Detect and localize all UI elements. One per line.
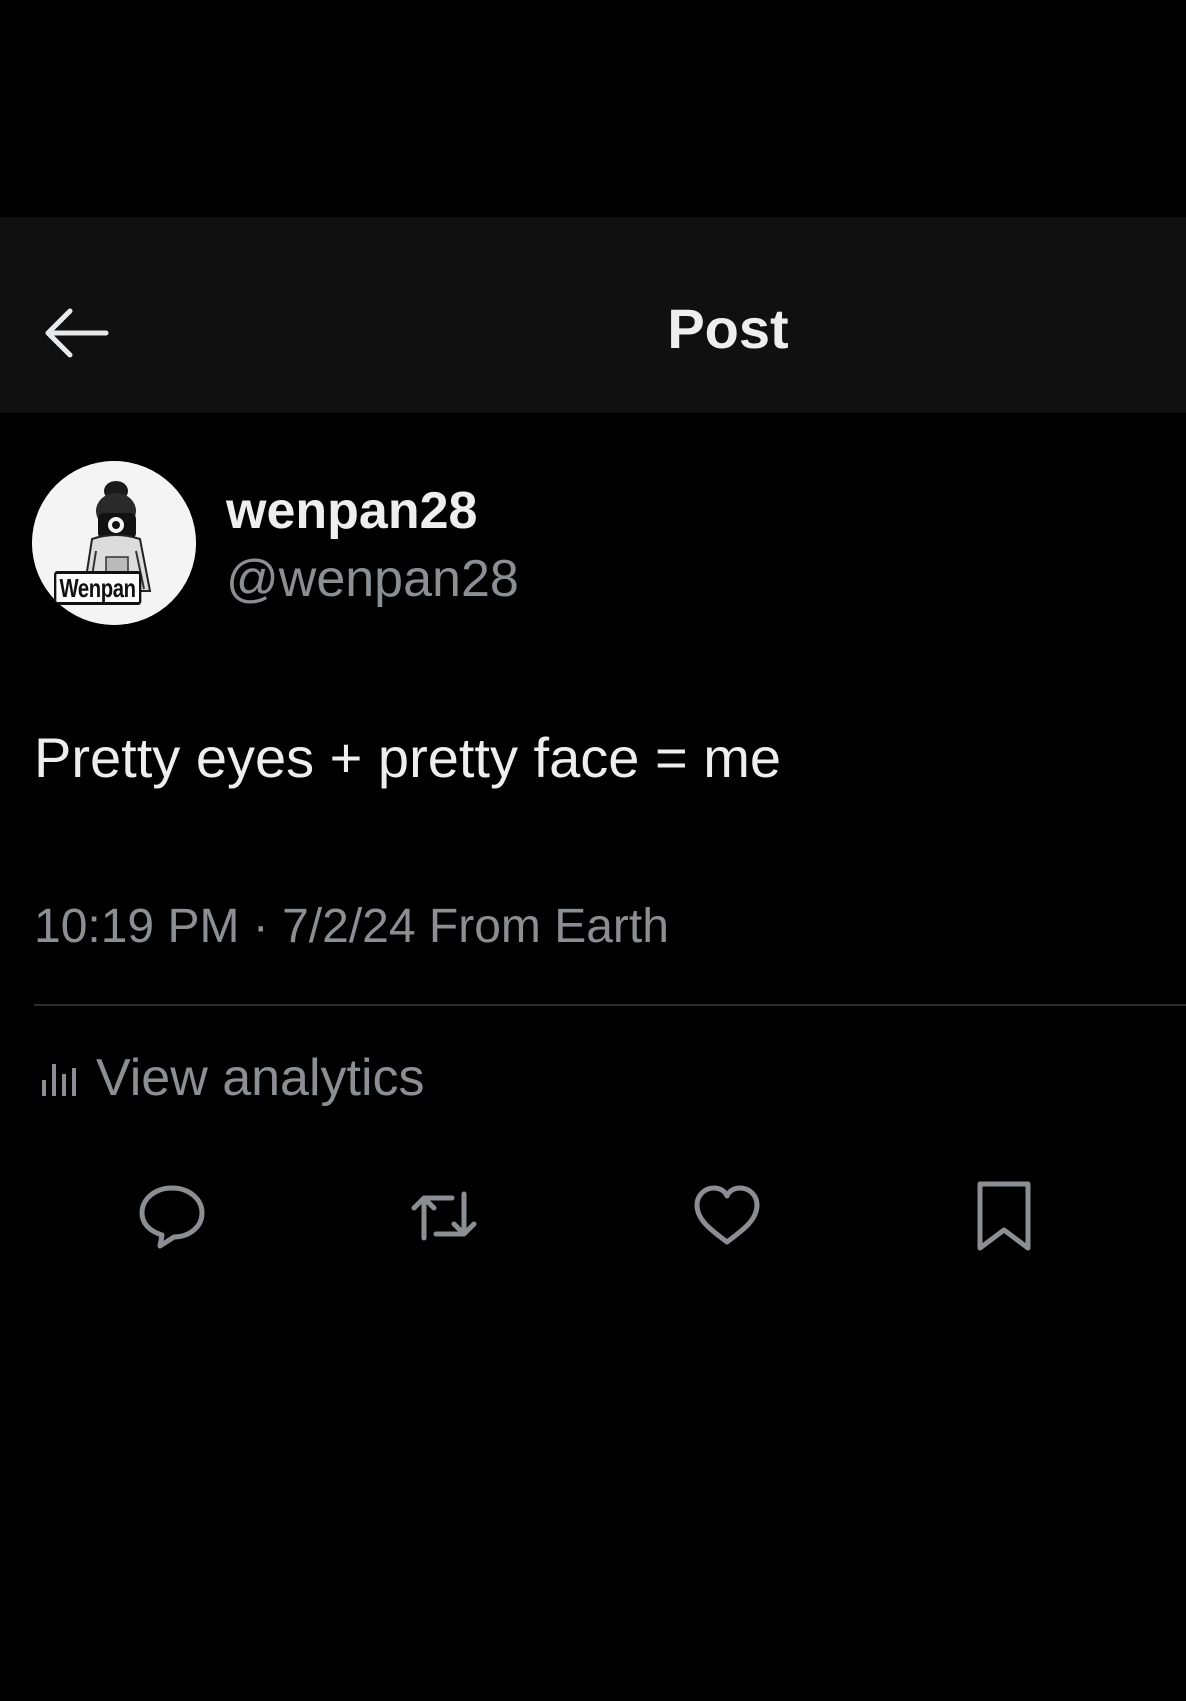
bar-chart-icon: [42, 1064, 76, 1096]
view-analytics-link[interactable]: View analytics: [38, 1048, 425, 1108]
speech-bubble-icon: [139, 1185, 205, 1249]
reply-button[interactable]: [132, 1176, 212, 1256]
repost-button[interactable]: [404, 1176, 484, 1256]
bookmark-button[interactable]: [964, 1176, 1044, 1256]
author-display-name[interactable]: wenpan28: [226, 481, 477, 541]
author-handle[interactable]: @wenpan28: [226, 549, 519, 609]
page-title: Post: [667, 297, 789, 360]
like-button[interactable]: [687, 1176, 767, 1256]
post-timestamp: 10:19 PM · 7/2/24 From Earth: [34, 900, 669, 953]
avatar[interactable]: Wenpan: [32, 461, 196, 625]
bookmark-icon: [977, 1181, 1031, 1251]
avatar-badge-text: Wenpan: [54, 571, 142, 605]
heart-icon: [694, 1185, 760, 1245]
repost-arrows-icon: [411, 1191, 477, 1241]
divider: [34, 1004, 1186, 1006]
post-text: Pretty eyes + pretty face = me: [34, 726, 782, 789]
view-analytics-label: View analytics: [96, 1049, 425, 1107]
